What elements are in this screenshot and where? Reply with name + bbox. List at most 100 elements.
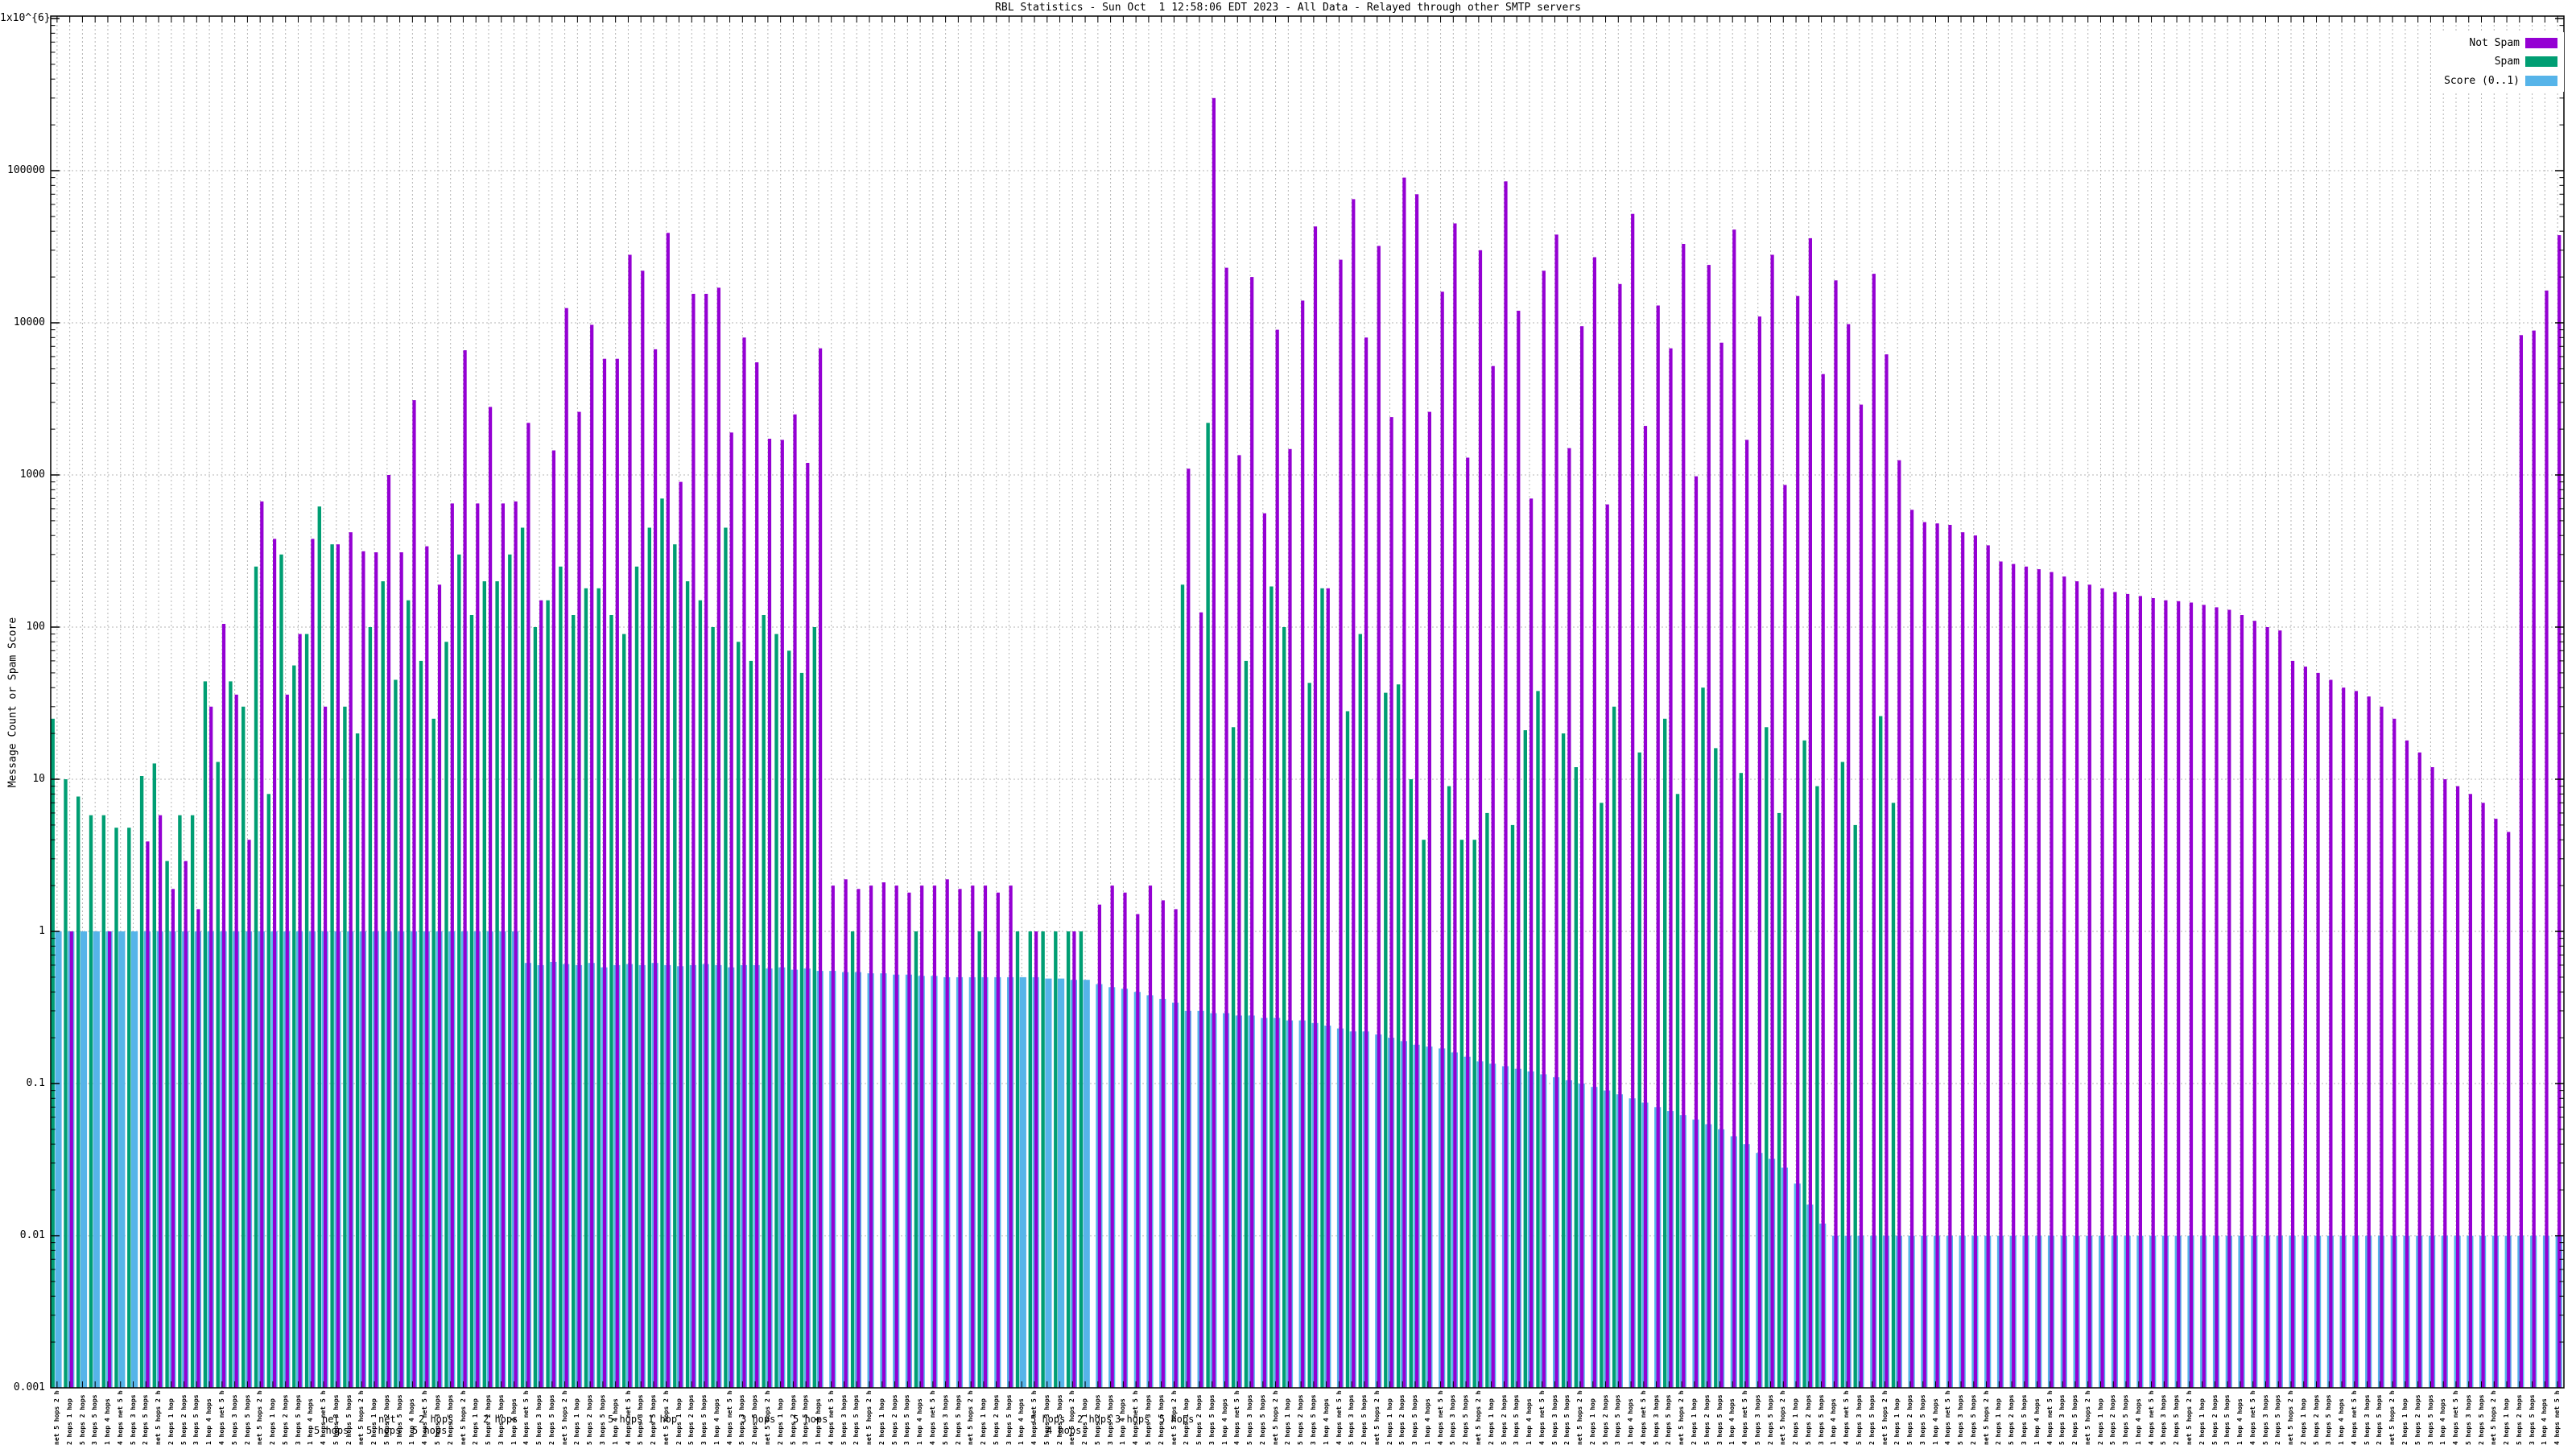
legend-swatch-score [2525, 75, 2557, 86]
bar-not-spam [159, 815, 163, 1388]
bar-not-spam [1834, 280, 1838, 1388]
x-tick-label: 5 hops 2 hops [2211, 1394, 2219, 1445]
bar-not-spam [2494, 819, 2498, 1388]
bar-not-spam [945, 879, 949, 1388]
bar-not-spam [767, 439, 772, 1388]
bar-not-spam [869, 886, 873, 1388]
bar-spam [660, 498, 664, 1388]
bar-spam [1663, 718, 1667, 1388]
bar-spam [812, 627, 816, 1388]
bar-spam [749, 660, 753, 1388]
bar-not-spam [971, 886, 975, 1388]
x-tick-label: 5 hops 3 hops [1957, 1394, 1965, 1445]
bar-spam [101, 815, 105, 1388]
bar-not-spam [1567, 448, 1571, 1389]
x-tick-label: 3 hops 5 hops [700, 1394, 708, 1445]
x-tick-label: 5 hops 3 hops [1348, 1394, 1356, 1445]
bar-spam [229, 681, 233, 1388]
bar-not-spam [361, 551, 365, 1388]
bar-not-spam [1973, 535, 1977, 1389]
x-tick-label: 5 hops 3 hops [1449, 1394, 1457, 1445]
x-tick-label: 3 hops 5 hops [1918, 1394, 1926, 1445]
bar-spam [977, 931, 981, 1388]
bar-not-spam [691, 294, 696, 1388]
bar-spam [724, 527, 728, 1388]
x-tick-label: 2 hops 5 hops [1868, 1394, 1876, 1445]
bar-score [1083, 980, 1090, 1388]
bar-not-spam [2075, 581, 2079, 1388]
bar-not-spam [1580, 326, 1584, 1389]
bar-not-spam [184, 861, 188, 1388]
bar-spam [266, 794, 270, 1388]
bar-not-spam [1123, 892, 1127, 1388]
x-tick-label: 2 hops 1 hop [1792, 1398, 1800, 1445]
bar-not-spam [1339, 259, 1343, 1389]
y-tick-label: 0.001 [13, 1381, 45, 1393]
x-tick-label: 2 hops 1 hop [472, 1398, 480, 1445]
bar-not-spam [425, 546, 429, 1388]
x-axis-fragment: 3 hops [741, 1414, 776, 1425]
x-tick-label: 1 hop 4 hops [1423, 1398, 1431, 1445]
bar-spam [1307, 683, 1311, 1388]
x-tick-label: net 5 hops 2 hops [2185, 1390, 2193, 1445]
x-tick-label: 3 hops 5 hops [294, 1394, 302, 1445]
bar-spam [1612, 706, 1616, 1388]
bar-spam [368, 627, 373, 1388]
x-tick-label: 5 hops 3 hops [1753, 1394, 1761, 1445]
x-tick-label: 2 hops 1 hop [2198, 1398, 2206, 1445]
x-tick-label: 2 hops 1 hop [1487, 1398, 1495, 1445]
x-tick-label: 4 hops net 5 hops [1639, 1390, 1647, 1445]
x-tick-label: 3 hops 5 hops [1411, 1394, 1419, 1445]
bar-not-spam [831, 886, 835, 1388]
bar-not-spam [450, 503, 454, 1388]
bar-not-spam [2532, 330, 2536, 1389]
bar-spam [597, 588, 601, 1388]
x-tick-label: 4 hops net 5 hops [1335, 1390, 1343, 1445]
bar-not-spam [1961, 532, 1965, 1389]
bar-spam [1206, 423, 1210, 1388]
x-tick-label: 5 hops 2 hops [586, 1394, 594, 1445]
x-tick-label: net 5 hops 2 hops [155, 1390, 163, 1445]
bar-spam [1561, 733, 1566, 1388]
bar-spam [381, 581, 385, 1388]
bar-not-spam [806, 463, 810, 1388]
bar-not-spam [907, 892, 911, 1388]
bar-spam [114, 828, 118, 1388]
x-tick-label: net 5 hops 2 hops [1982, 1390, 1990, 1445]
bar-not-spam [526, 423, 530, 1388]
bar-not-spam [1592, 257, 1596, 1388]
x-tick-label: net 5 hops 2 hops [1271, 1390, 1279, 1445]
x-axis-fragment: 4 hops [1046, 1425, 1082, 1436]
bar-not-spam [2481, 803, 2485, 1388]
x-tick-label: 3 hops 5 hops [2325, 1394, 2333, 1445]
bar-not-spam [1148, 886, 1153, 1388]
bar-spam [1396, 684, 1401, 1388]
bar-not-spam [2126, 593, 2130, 1388]
x-tick-label: 4 hops net 5 hops [1843, 1390, 1851, 1445]
x-tick-label: 3 hops 5 hops [1310, 1394, 1317, 1445]
x-tick-label: 2 hops 5 hops [2071, 1394, 2079, 1445]
bar-spam [1714, 748, 1718, 1388]
bar-not-spam [1364, 337, 1368, 1388]
x-axis-fragment: 5 hops [314, 1425, 349, 1436]
bar-not-spam [324, 706, 328, 1388]
x-tick-label: 5 hops 3 hops [2058, 1394, 2066, 1445]
bar-not-spam [209, 706, 213, 1388]
bar-not-spam [1478, 250, 1483, 1388]
bar-not-spam [1161, 900, 1165, 1388]
bar-spam [1853, 824, 1857, 1388]
bar-spam [1815, 786, 1819, 1388]
x-tick-label: 5 hops 3 hops [535, 1394, 543, 1445]
bar-not-spam [1034, 931, 1038, 1388]
bar-not-spam [2215, 607, 2219, 1388]
bar-not-spam [2037, 569, 2041, 1388]
bar-not-spam [551, 450, 555, 1388]
bar-not-spam [2519, 335, 2523, 1388]
plot-area [50, 15, 2565, 1389]
x-tick-label: 2 hops 1 hop [573, 1398, 581, 1445]
bar-spam [1041, 931, 1045, 1388]
bar-spam [1802, 740, 1806, 1388]
x-tick-label: 4 hops net 5 hops [1741, 1390, 1749, 1445]
x-axis-fragment: net [378, 1414, 396, 1425]
bar-spam [1054, 931, 1058, 1388]
